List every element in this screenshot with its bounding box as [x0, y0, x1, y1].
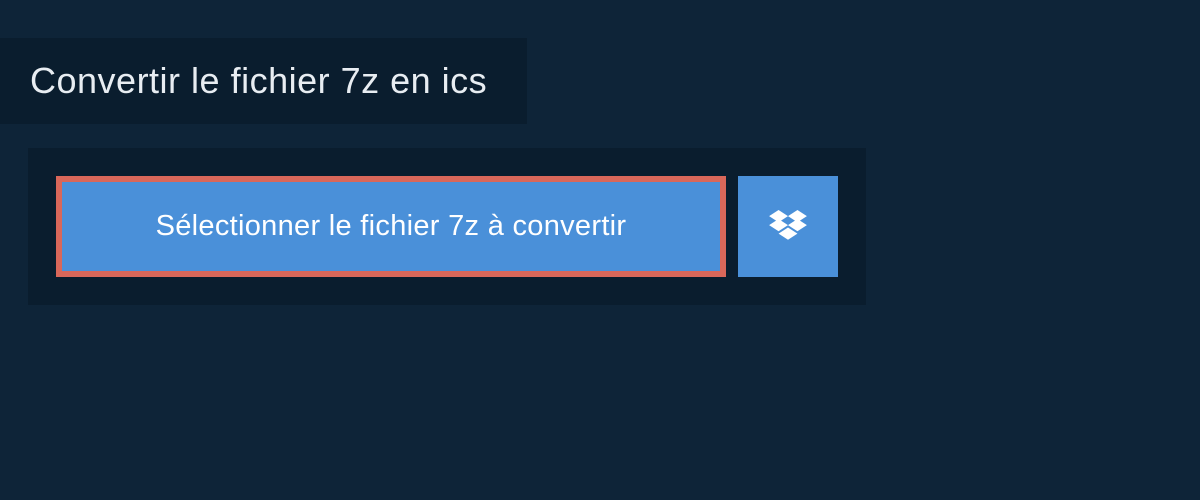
dropbox-icon: [769, 210, 807, 244]
dropbox-button[interactable]: [738, 176, 838, 277]
upload-panel: Sélectionner le fichier 7z à convertir: [28, 148, 866, 305]
title-bar: Convertir le fichier 7z en ics: [0, 38, 527, 124]
page-title: Convertir le fichier 7z en ics: [30, 60, 487, 102]
select-file-button[interactable]: Sélectionner le fichier 7z à convertir: [56, 176, 726, 277]
